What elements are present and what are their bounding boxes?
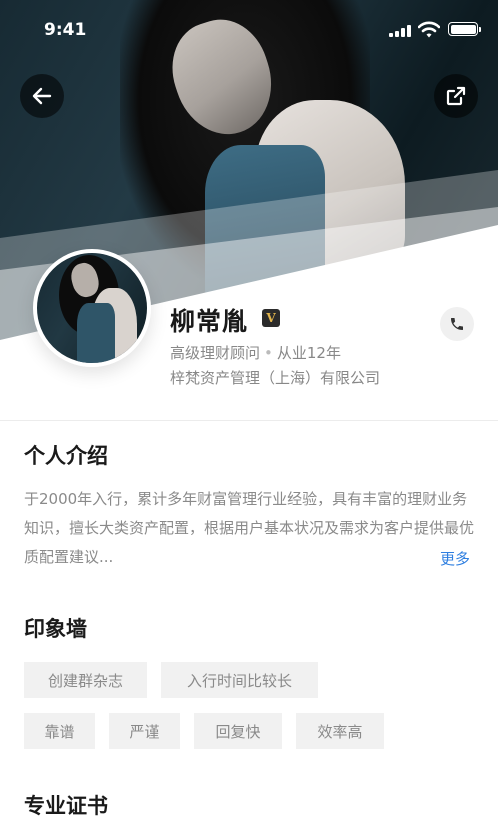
status-time: 9:41: [44, 20, 87, 40]
share-external-icon: [446, 86, 466, 106]
back-button[interactable]: [20, 74, 64, 118]
impression-tag[interactable]: 入行时间比较长: [161, 662, 318, 698]
impression-tag[interactable]: 回复快: [194, 713, 282, 749]
impression-tag[interactable]: 靠谱: [24, 713, 95, 749]
profile-name: 柳常胤: [170, 307, 249, 336]
impression-tag[interactable]: 严谨: [109, 713, 180, 749]
section-divider: [0, 420, 498, 421]
more-link[interactable]: 更多: [440, 548, 470, 569]
impression-tag[interactable]: 创建群杂志: [24, 662, 147, 698]
certificates-title: 专业证书: [24, 794, 108, 818]
wifi-icon: [417, 21, 441, 39]
profile-meta: 高级理财顾问 • 从业12年: [170, 342, 341, 363]
intro-text: 于2000年入行，累计多年财富管理行业经验，具有丰富的理财业务知识，擅长大类资产…: [24, 490, 475, 566]
impression-tag[interactable]: 效率高: [296, 713, 384, 749]
impression-wall-title: 印象墙: [24, 617, 87, 641]
signal-icon: [389, 25, 411, 37]
profile-company: 梓梵资产管理（上海）有限公司: [170, 369, 381, 387]
arrow-left-icon: [32, 87, 52, 105]
share-button[interactable]: [434, 74, 478, 118]
battery-icon: [448, 22, 481, 36]
avatar[interactable]: [33, 249, 151, 367]
verified-badge-icon: V: [262, 309, 280, 327]
phone-icon: [451, 318, 463, 330]
intro-title: 个人介绍: [24, 444, 108, 468]
meta-separator: •: [264, 344, 273, 362]
profile-title: 高级理财顾问: [170, 344, 261, 362]
profile-experience: 从业12年: [276, 344, 341, 362]
call-button[interactable]: [440, 307, 474, 341]
status-bar: 9:41: [0, 0, 498, 60]
